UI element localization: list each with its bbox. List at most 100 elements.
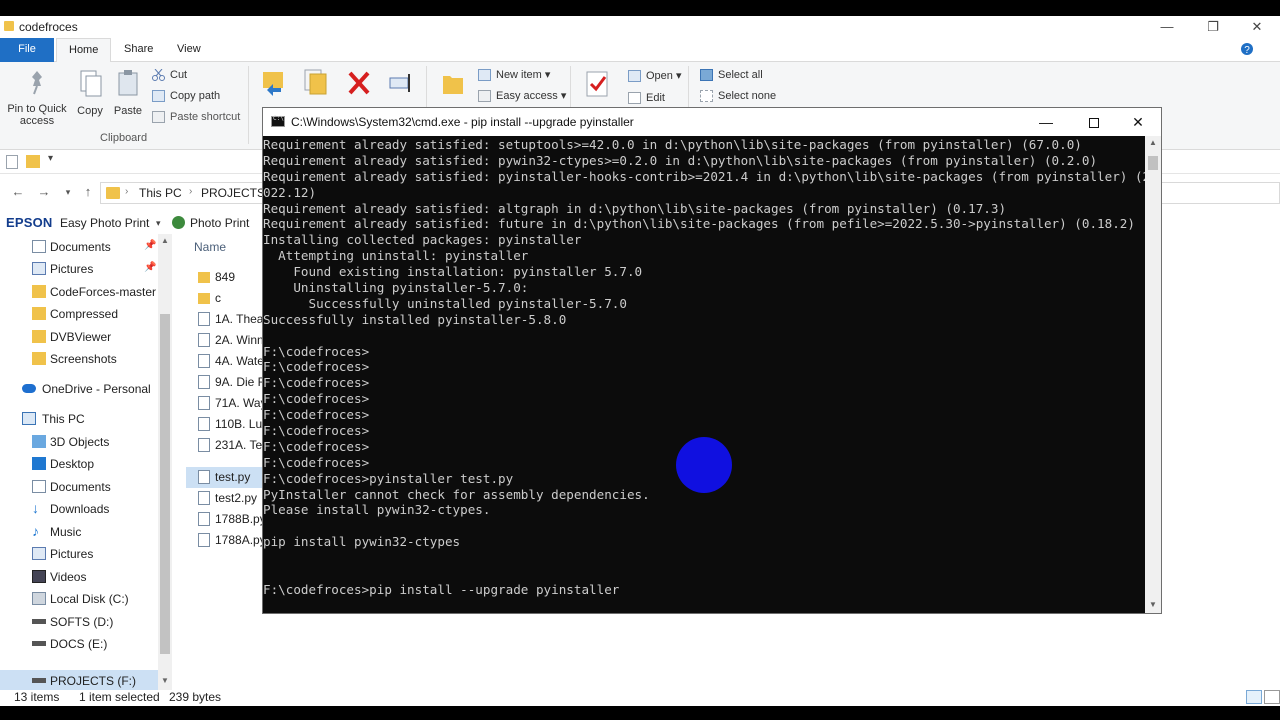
list-item[interactable]: 2A. Winn bbox=[186, 330, 262, 351]
details-view-icon[interactable] bbox=[1246, 690, 1262, 704]
nav-label: PROJECTS (F:) bbox=[50, 674, 136, 688]
list-item[interactable]: 1A. Thea bbox=[186, 309, 262, 330]
paste-shortcut-button[interactable]: Paste shortcut bbox=[152, 108, 240, 126]
console-output[interactable]: Requirement already satisfied: setuptool… bbox=[263, 136, 1145, 613]
scroll-down-icon[interactable]: ▼ bbox=[159, 676, 171, 685]
list-item[interactable]: 231A. Te bbox=[186, 435, 262, 456]
nav-label: SOFTS (D:) bbox=[50, 615, 114, 629]
nav-item-pictures-quick[interactable]: Pictures 📌 bbox=[0, 258, 158, 280]
nav-item-onedrive[interactable]: OneDrive - Personal bbox=[0, 378, 158, 400]
pictures-icon bbox=[32, 262, 46, 275]
nav-item-dvbviewer[interactable]: DVBViewer bbox=[0, 326, 158, 348]
scroll-down-icon[interactable]: ▼ bbox=[1145, 600, 1161, 609]
easy-access-button[interactable]: Easy access ▾ bbox=[478, 87, 566, 105]
dropdown-arrow-icon[interactable]: ▾ bbox=[156, 218, 161, 229]
breadcrumb-this-pc[interactable]: This PC bbox=[139, 186, 182, 200]
list-item-selected[interactable]: test.py bbox=[186, 467, 262, 488]
move-to-button[interactable] bbox=[258, 68, 288, 105]
tab-view[interactable]: View bbox=[165, 38, 213, 62]
scroll-up-icon[interactable]: ▲ bbox=[159, 236, 171, 245]
nav-item-3d-objects[interactable]: 3D Objects bbox=[0, 431, 158, 453]
nav-item-projects-f[interactable]: PROJECTS (F:) bbox=[0, 670, 158, 692]
breadcrumb-projects[interactable]: PROJECTS bbox=[201, 186, 265, 200]
nav-item-downloads[interactable]: ↓ Downloads bbox=[0, 498, 158, 520]
scrollbar-thumb[interactable] bbox=[1148, 156, 1158, 170]
open-button[interactable]: Open ▾ bbox=[628, 67, 682, 85]
photo-print-link[interactable]: Photo Print bbox=[190, 216, 249, 230]
nav-label: This PC bbox=[42, 412, 85, 426]
easy-photo-print-link[interactable]: Easy Photo Print bbox=[60, 216, 149, 230]
nav-item-documents[interactable]: Documents bbox=[0, 476, 158, 498]
list-item[interactable]: 71A. Way bbox=[186, 393, 262, 414]
address-bar[interactable]: › This PC › PROJECTS bbox=[100, 182, 270, 204]
scroll-up-icon[interactable]: ▲ bbox=[1145, 138, 1161, 147]
cmd-title-bar[interactable]: C:\Windows\System32\cmd.exe - pip instal… bbox=[263, 108, 1161, 136]
select-none-button[interactable]: Select none bbox=[700, 87, 776, 105]
list-item[interactable]: c bbox=[186, 288, 262, 309]
new-item-button[interactable]: New item ▾ bbox=[478, 66, 550, 84]
list-item[interactable]: test2.py bbox=[186, 488, 262, 509]
nav-item-local-disk-c[interactable]: Local Disk (C:) bbox=[0, 588, 158, 610]
list-item[interactable]: 4A. Wate bbox=[186, 351, 262, 372]
delete-button[interactable] bbox=[344, 68, 374, 105]
nav-item-videos[interactable]: Videos bbox=[0, 566, 158, 588]
cmd-minimize-button[interactable]: — bbox=[1023, 108, 1069, 136]
nav-item-music[interactable]: ♪ Music bbox=[0, 521, 158, 543]
select-all-button[interactable]: Select all bbox=[700, 66, 763, 84]
column-header-name[interactable]: Name bbox=[194, 240, 226, 254]
new-folder-small-icon[interactable] bbox=[26, 155, 40, 168]
pinned-icon: 📌 bbox=[144, 262, 157, 273]
search-input[interactable] bbox=[1160, 182, 1280, 204]
customize-toolbar-icon[interactable]: ▾ bbox=[48, 153, 53, 164]
list-item[interactable]: 1788A.py bbox=[186, 530, 262, 551]
cmd-scrollbar[interactable]: ▲ ▼ bbox=[1145, 136, 1161, 613]
forward-arrow-icon[interactable]: → bbox=[36, 184, 52, 200]
nav-item-docs-e[interactable]: DOCS (E:) bbox=[0, 633, 158, 655]
paste-button[interactable]: Paste bbox=[110, 68, 146, 117]
scrollbar-thumb[interactable] bbox=[160, 314, 170, 654]
back-arrow-icon[interactable]: ← bbox=[10, 184, 26, 200]
nav-item-compressed[interactable]: Compressed bbox=[0, 303, 158, 325]
nav-item-documents-quick[interactable]: Documents 📌 bbox=[0, 236, 158, 258]
properties-button[interactable] bbox=[582, 68, 612, 107]
photo-print-icon bbox=[172, 216, 185, 229]
copy-to-button[interactable] bbox=[300, 68, 330, 105]
properties-small-icon[interactable] bbox=[6, 155, 18, 169]
edit-button[interactable]: Edit bbox=[628, 89, 665, 107]
nav-pane-scrollbar[interactable]: ▲ ▼ bbox=[158, 234, 172, 690]
tab-file[interactable]: File bbox=[0, 38, 54, 62]
nav-item-pictures[interactable]: Pictures bbox=[0, 543, 158, 565]
pin-to-quick-access-button[interactable]: Pin to Quick access bbox=[4, 68, 70, 127]
nav-item-screenshots[interactable]: Screenshots bbox=[0, 348, 158, 370]
console-line: Requirement already satisfied: pyinstall… bbox=[263, 168, 1145, 184]
list-item[interactable]: 110B. Lu bbox=[186, 414, 262, 435]
cut-button[interactable]: Cut bbox=[152, 66, 187, 84]
nav-item-this-pc[interactable]: This PC bbox=[0, 408, 158, 430]
tab-share[interactable]: Share bbox=[112, 38, 165, 62]
minimize-button[interactable]: — bbox=[1144, 16, 1190, 38]
tab-home[interactable]: Home bbox=[56, 38, 112, 63]
large-icons-view-icon[interactable] bbox=[1264, 690, 1280, 704]
up-arrow-icon[interactable]: ↑ bbox=[80, 184, 96, 200]
new-folder-button[interactable] bbox=[438, 68, 468, 105]
list-item[interactable]: 849 bbox=[186, 267, 262, 288]
cmd-close-button[interactable]: ✕ bbox=[1115, 108, 1161, 136]
file-name: 231A. Te bbox=[215, 438, 262, 452]
list-item[interactable]: 1788B.py bbox=[186, 509, 262, 530]
rename-button[interactable] bbox=[386, 68, 416, 105]
nav-item-softs-d[interactable]: SOFTS (D:) bbox=[0, 611, 158, 633]
close-button[interactable]: ✕ bbox=[1234, 16, 1280, 38]
folder-icon bbox=[32, 330, 46, 343]
explorer-title-bar: codefroces — ❐ ✕ bbox=[0, 16, 1280, 38]
nav-item-codeforces-master[interactable]: CodeForces-master bbox=[0, 281, 158, 303]
copy-button[interactable]: Copy bbox=[72, 68, 108, 117]
recent-locations-icon[interactable]: ▾ bbox=[60, 184, 76, 200]
file-name: c bbox=[215, 291, 221, 305]
list-item[interactable]: 9A. Die R bbox=[186, 372, 262, 393]
cmd-maximize-button[interactable] bbox=[1071, 108, 1117, 136]
copy-path-button[interactable]: Copy path bbox=[152, 87, 220, 105]
easy-access-label: Easy access bbox=[496, 90, 558, 102]
cmd-window[interactable]: C:\Windows\System32\cmd.exe - pip instal… bbox=[262, 107, 1162, 614]
nav-item-desktop[interactable]: Desktop bbox=[0, 453, 158, 475]
restore-button[interactable]: ❐ bbox=[1190, 16, 1236, 38]
